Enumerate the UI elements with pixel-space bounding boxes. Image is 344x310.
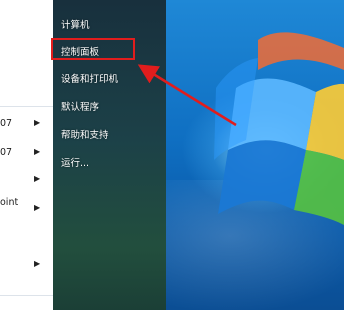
submenu-arrow-icon: ▶: [34, 203, 41, 212]
program-item-label: oint: [0, 197, 19, 208]
highlight-box: [51, 38, 135, 60]
menu-item-devices-printers[interactable]: 设备和打印机: [61, 71, 118, 85]
start-menu-programs-column: 07 ▶ 07 ▶ ▶ oint ▶ ▶: [0, 0, 53, 310]
program-item-label: 07: [0, 147, 13, 158]
program-item-1[interactable]: 07: [0, 118, 12, 129]
menu-item-help-support[interactable]: 帮助和支持: [61, 127, 109, 141]
menu-item-default-programs[interactable]: 默认程序: [61, 99, 99, 113]
submenu-arrow-icon: ▶: [34, 259, 41, 268]
divider: [0, 295, 53, 296]
desktop-wallpaper: [166, 0, 344, 310]
submenu-arrow-icon: ▶: [34, 147, 41, 156]
program-item-2[interactable]: 07: [0, 147, 12, 158]
divider: [0, 106, 53, 107]
menu-item-run[interactable]: 运行...: [61, 155, 89, 169]
windows-logo-icon: [214, 32, 344, 225]
submenu-arrow-icon: ▶: [34, 174, 41, 183]
menu-item-computer[interactable]: 计算机: [61, 17, 90, 31]
program-item-label: 07: [0, 118, 13, 129]
submenu-arrow-icon: ▶: [34, 118, 41, 127]
program-item-4[interactable]: oint: [0, 197, 18, 208]
